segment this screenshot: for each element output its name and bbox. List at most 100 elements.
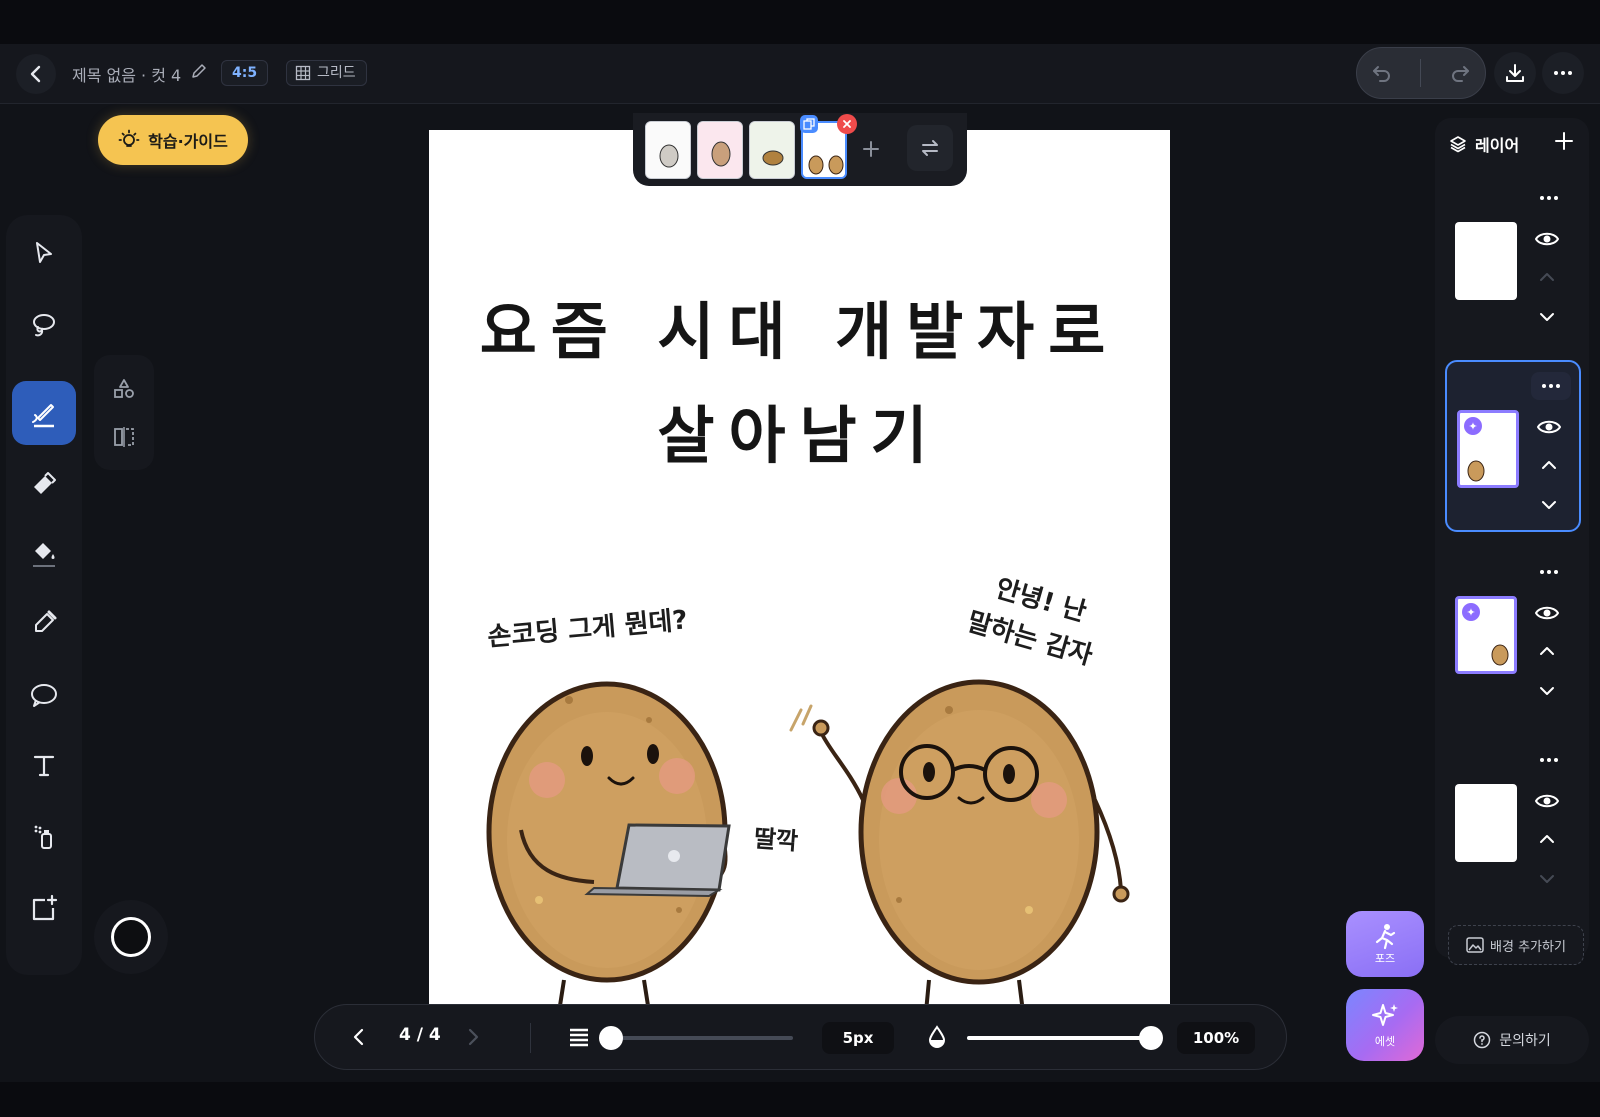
sparkles-icon [1372,1004,1398,1026]
eye-icon[interactable] [1537,418,1561,436]
brush-subtools [94,355,154,470]
spray-tool[interactable] [12,805,76,869]
guide-label: 학습·가이드 [148,132,228,151]
lasso-tool[interactable] [12,293,76,357]
chevron-left-icon [30,65,41,83]
header-bar: 제목 없음 · 컷 4 4:5 그리드 [0,44,1600,104]
symmetry-button[interactable] [106,419,142,455]
eye-icon[interactable] [1535,230,1559,248]
chevron-down-icon[interactable] [1539,498,1559,512]
chevron-up-icon[interactable] [1539,458,1559,472]
asset-button[interactable]: 에셋 [1346,989,1424,1061]
layers-title: 레이어 [1475,136,1520,155]
brush-size-knob[interactable] [599,1026,623,1050]
image-icon [1466,937,1484,953]
app-window: 제목 없음 · 컷 4 4:5 그리드 학습·가이드 요즘 시대 개발자로 살아… [0,0,1600,1117]
chevron-down-icon[interactable] [1537,872,1557,886]
back-button[interactable] [16,54,56,94]
learning-guide-button[interactable]: 학습·가이드 [98,115,248,165]
spray-can-icon [34,825,52,849]
opacity-value[interactable]: 100% [1177,1022,1255,1054]
pencil-icon[interactable] [190,62,208,80]
page-thumbnail[interactable] [749,121,795,179]
text-tool[interactable] [12,733,76,797]
running-figure-icon [1375,924,1396,950]
layer-thumbnail: ✦ [1457,410,1519,488]
layer-more-button[interactable] [1531,372,1571,400]
cursor-arrow-icon [36,242,52,263]
layer-item[interactable]: ✦ [1445,548,1581,720]
chevron-up-icon[interactable] [1537,270,1557,284]
eye-icon[interactable] [1535,792,1559,810]
shapes-icon [114,379,134,398]
shapes-button[interactable] [106,371,142,407]
add-frame-tool[interactable] [12,877,76,941]
delete-page-button[interactable] [837,114,857,134]
eraser-tool[interactable] [12,451,76,515]
more-horizontal-icon [1540,196,1558,200]
more-options-button[interactable] [1542,52,1584,94]
chevron-up-icon[interactable] [1537,644,1557,658]
brush-size-slider[interactable] [611,1036,793,1040]
drawing-canvas[interactable]: 요즘 시대 개발자로 살아남기 손코딩 그게 뭔데? 안녕! 난 말하는 감자 … [429,130,1170,1004]
current-color-swatch [111,917,151,957]
grid-toggle[interactable]: 그리드 [286,60,367,86]
brush-size-icon [570,1028,588,1047]
chevron-up-icon[interactable] [1537,832,1557,846]
duplicate-page-button[interactable] [800,115,818,133]
divider [530,1023,531,1053]
brush-icon [32,404,54,428]
document-title[interactable]: 제목 없음 · 컷 4 [72,62,181,86]
potato-right-character [789,679,1130,1004]
divider [1420,59,1422,87]
pose-button[interactable]: 포즈 [1346,911,1424,977]
canvas-title-line2: 살아남기 [657,399,942,472]
add-page-button[interactable] [851,129,891,169]
add-layer-icon[interactable] [1553,130,1575,152]
download-button[interactable] [1494,52,1536,94]
layer-more-button[interactable] [1529,558,1569,586]
lasso-icon [33,314,55,337]
page-thumbnail[interactable] [645,121,691,179]
layer-more-button[interactable] [1529,746,1569,774]
chevron-down-icon[interactable] [1537,684,1557,698]
select-tool[interactable] [12,221,76,285]
opacity-knob[interactable] [1139,1026,1163,1050]
grid-icon [295,65,311,81]
add-background-button[interactable]: 배경 추가하기 [1448,925,1584,965]
contact-label: 문의하기 [1499,1033,1551,1049]
contact-button[interactable]: 문의하기 [1435,1016,1589,1064]
next-page-button[interactable] [461,1025,485,1049]
aspect-ratio-chip[interactable]: 4:5 [221,60,269,86]
paint-bucket-icon [33,543,55,567]
layer-thumbnail [1455,222,1517,300]
lightbulb-icon [118,129,140,147]
text-icon [33,755,55,777]
eyedropper-tool[interactable] [12,591,76,655]
potato-left-character [486,681,731,1004]
mirror-icon [114,427,134,447]
speech-bubble-tool[interactable] [12,663,76,727]
page-thumbnail[interactable] [697,121,743,179]
redo-icon[interactable] [1449,62,1471,84]
undo-icon[interactable] [1371,62,1393,84]
previous-page-button[interactable] [347,1025,371,1049]
eraser-icon [34,472,56,494]
chevron-down-icon[interactable] [1537,310,1557,324]
layer-item[interactable] [1445,174,1581,346]
color-picker-button[interactable] [94,900,168,974]
layer-more-button[interactable] [1529,184,1569,212]
fill-tool[interactable] [12,521,76,585]
reorder-pages-button[interactable] [907,125,953,171]
layer-item-selected[interactable]: ✦ [1445,360,1581,532]
grid-label: 그리드 [317,65,356,81]
chat-question-icon [1473,1031,1491,1049]
add-background-label: 배경 추가하기 [1490,939,1566,955]
eye-icon[interactable] [1535,604,1559,622]
layer-item[interactable] [1445,736,1581,908]
brush-tool[interactable] [12,381,76,445]
bottom-strip [0,1082,1600,1117]
canvas-title-line1: 요즘 시대 개발자로 [479,295,1120,368]
brush-size-value[interactable]: 5px [822,1022,894,1054]
add-frame-icon [32,894,58,921]
